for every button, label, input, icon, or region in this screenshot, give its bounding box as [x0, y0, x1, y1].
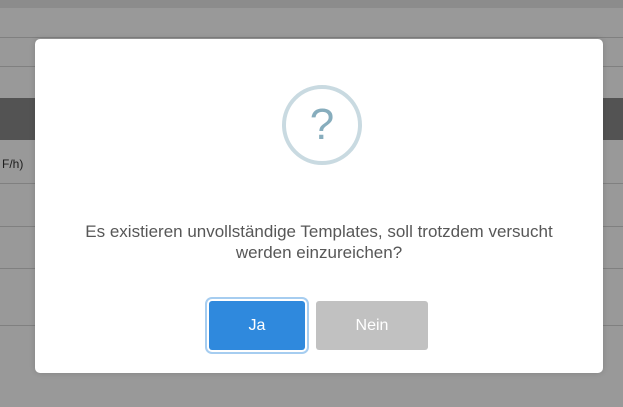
dialog-message: Es existieren unvollständige Templates, … — [85, 222, 553, 262]
confirm-dialog: ? Es existieren unvollständige Templates… — [35, 39, 603, 373]
confirm-yes-button[interactable]: Ja — [209, 301, 305, 350]
question-mark-icon: ? — [282, 85, 362, 165]
cancel-no-button[interactable]: Nein — [316, 301, 428, 350]
